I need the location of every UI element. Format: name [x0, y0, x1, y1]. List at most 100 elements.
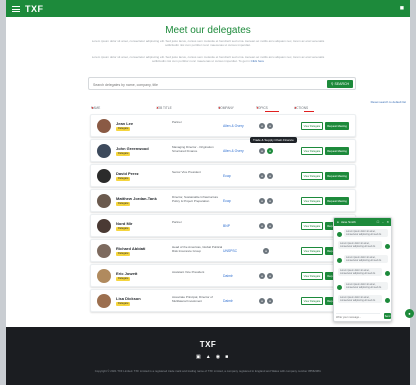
topic-icon[interactable]: ● [259, 123, 265, 129]
delegate-company-link[interactable]: Allen & Overy [223, 149, 244, 153]
delegate-job-title: Head of the Americas, Global Political R… [172, 245, 223, 253]
view-delegate-button[interactable]: View Delegate [301, 247, 323, 255]
view-delegate-button[interactable]: View Delegate [301, 172, 323, 180]
chat-send-button[interactable]: Send [384, 313, 391, 319]
view-delegate-button[interactable]: View Delegate [301, 197, 323, 205]
delegate-name[interactable]: Eric Jowett [116, 271, 137, 276]
view-delegate-button[interactable]: View Delegate [301, 272, 323, 280]
delegate-name[interactable]: Nord Mir [116, 221, 132, 226]
request-meeting-button[interactable]: Request Meeting [325, 147, 349, 155]
view-delegate-button[interactable]: View Delegate [301, 122, 323, 130]
view-delegate-button[interactable]: View Delegate [301, 222, 323, 230]
chat-launcher-button[interactable]: ● [405, 309, 414, 318]
topic-icon[interactable]: ● [259, 198, 265, 204]
topic-icon[interactable]: ● [267, 223, 273, 229]
chat-window-controls-icon[interactable]: ☐ ⎯ ✕ [377, 220, 390, 224]
intro-paragraph-2-text: Lorem ipsum dolor sit amet, consectetur … [91, 55, 325, 64]
twitter-icon[interactable]: ▲ [206, 354, 211, 360]
delegate-name[interactable]: Lisa Dickson [116, 296, 141, 301]
request-meeting-button[interactable]: Request Meeting [325, 197, 349, 205]
copyright-text: Copyright © 2021 TXF Limited. TXF Limite… [94, 369, 322, 373]
facebook-icon[interactable]: ■ [225, 354, 228, 360]
view-delegate-button[interactable]: View Delegate [301, 147, 323, 155]
delegate-company-link[interactable]: UNSPSC [223, 249, 237, 253]
delegate-badge: Delegate [116, 227, 131, 231]
chat-avatar-icon: ● [337, 220, 339, 224]
chat-message: Lorem ipsum dolor sit amet, consectetur … [344, 255, 388, 263]
page-title: Meet our delegates [165, 25, 251, 36]
chat-message-input[interactable] [336, 313, 380, 320]
topic-icon[interactable]: ● [267, 198, 273, 204]
intro-paragraph-1: Lorem ipsum dolor sit amet, consectetur … [91, 39, 325, 48]
chat-avatar-icon [385, 271, 390, 276]
chat-avatar-icon [337, 232, 342, 237]
chat-message: Lorem ipsum dolor sit amet, consectetur … [344, 229, 388, 237]
delegate-company-link[interactable]: Ecap [223, 174, 231, 178]
instagram-icon[interactable]: ◉ [216, 354, 220, 360]
delegate-name[interactable]: John Greenwood [116, 146, 149, 151]
site-footer: TXF ▣ ▲ ◉ ■ Copyright © 2021 TXF Limited… [6, 327, 410, 385]
delegate-badge: Delegate [116, 127, 131, 131]
delegate-company-link[interactable]: Daimlr [223, 299, 233, 303]
sort-icon: ▼ [91, 106, 94, 110]
sort-indicator-underline [265, 111, 279, 112]
cart-icon[interactable]: ■ [400, 5, 404, 12]
table-row[interactable]: David Perez Delegate Senior Vice Preside… [90, 164, 356, 187]
topic-icon[interactable]: ● [267, 273, 273, 279]
chat-contact-name: Jane Smith [340, 220, 356, 224]
table-row[interactable]: Lisa Dickson Delegate Associate Principa… [90, 289, 356, 312]
site-logo[interactable]: TXF [25, 4, 44, 14]
delegate-company-link[interactable]: Ecap [223, 199, 231, 203]
delegate-name[interactable]: David Perez [116, 171, 139, 176]
intro-click-here-link[interactable]: Click here [251, 59, 264, 63]
table-row[interactable]: Eric Jowett Delegate Assistant Vice Pres… [90, 264, 356, 287]
delegate-name[interactable]: Richard Abbiati [116, 246, 145, 251]
table-row[interactable]: Jean Lee Delegate Partner Allen & Overy … [90, 114, 356, 137]
topic-icon[interactable]: ● [259, 223, 265, 229]
chat-message: Lorem ipsum dolor sit amet, consectetur … [338, 295, 382, 303]
search-icon: ⚲ [330, 82, 334, 86]
chat-avatar-icon [385, 298, 390, 303]
hamburger-menu-icon[interactable] [12, 5, 20, 12]
sort-icon: ▼ [256, 106, 259, 110]
topic-icon[interactable]: ● [263, 248, 269, 254]
topic-icon[interactable]: ● [267, 123, 273, 129]
delegate-company-link[interactable]: Daimlr [223, 274, 233, 278]
delegate-job-title: Partner [172, 120, 182, 124]
topic-icon[interactable]: ● [259, 273, 265, 279]
delegate-job-title: Senior Vice President [172, 170, 201, 174]
delegate-job-title: Partner [172, 220, 182, 224]
delegate-job-title: Assistant Vice President [172, 270, 205, 274]
search-button[interactable]: ⚲ SEARCH [327, 80, 353, 88]
table-row[interactable]: Richard Abbiati Delegate Head of the Ame… [90, 239, 356, 262]
topic-icon-active[interactable]: ● [267, 148, 273, 154]
request-meeting-button[interactable]: Request Meeting [325, 172, 349, 180]
topic-icon[interactable]: ● [259, 173, 265, 179]
table-header: NAME ▼ JOB TITLE ▼ COMPANY ▼ TOPICS ▼ AC… [6, 106, 410, 112]
sort-icon: ▼ [294, 106, 297, 110]
delegate-name[interactable]: Matthew Jordan-Tank [116, 196, 157, 201]
topic-icon[interactable]: ● [267, 298, 273, 304]
reset-search-link[interactable]: Reset search to default list [371, 100, 406, 104]
avatar [97, 244, 111, 258]
linkedin-icon[interactable]: ▣ [196, 354, 201, 360]
topic-icon[interactable]: ● [259, 298, 265, 304]
table-row[interactable]: John Greenwood Delegate Managing Directo… [90, 139, 356, 162]
view-delegate-button[interactable]: View Delegate [301, 297, 323, 305]
avatar [97, 169, 111, 183]
delegate-badge: Delegate [116, 252, 131, 256]
topic-icon[interactable]: ● [267, 173, 273, 179]
avatar [97, 119, 111, 133]
delegate-name[interactable]: Jean Lee [116, 121, 133, 126]
delegate-job-title: Managing Director - Origination Structur… [172, 145, 214, 153]
footer-logo[interactable]: TXF [6, 340, 410, 349]
request-meeting-button[interactable]: Request Meeting [325, 122, 349, 130]
delegate-badge: Delegate [116, 202, 131, 206]
avatar [97, 294, 111, 308]
table-row[interactable]: Nord Mir Delegate Partner BNP ● ● View D… [90, 214, 356, 237]
delegate-company-link[interactable]: Allen & Overy [223, 124, 244, 128]
delegate-company-link[interactable]: BNP [223, 224, 230, 228]
search-input[interactable] [93, 81, 313, 88]
table-row[interactable]: Matthew Jordan-Tank Delegate Director, S… [90, 189, 356, 212]
topic-icon[interactable]: ● [259, 148, 265, 154]
